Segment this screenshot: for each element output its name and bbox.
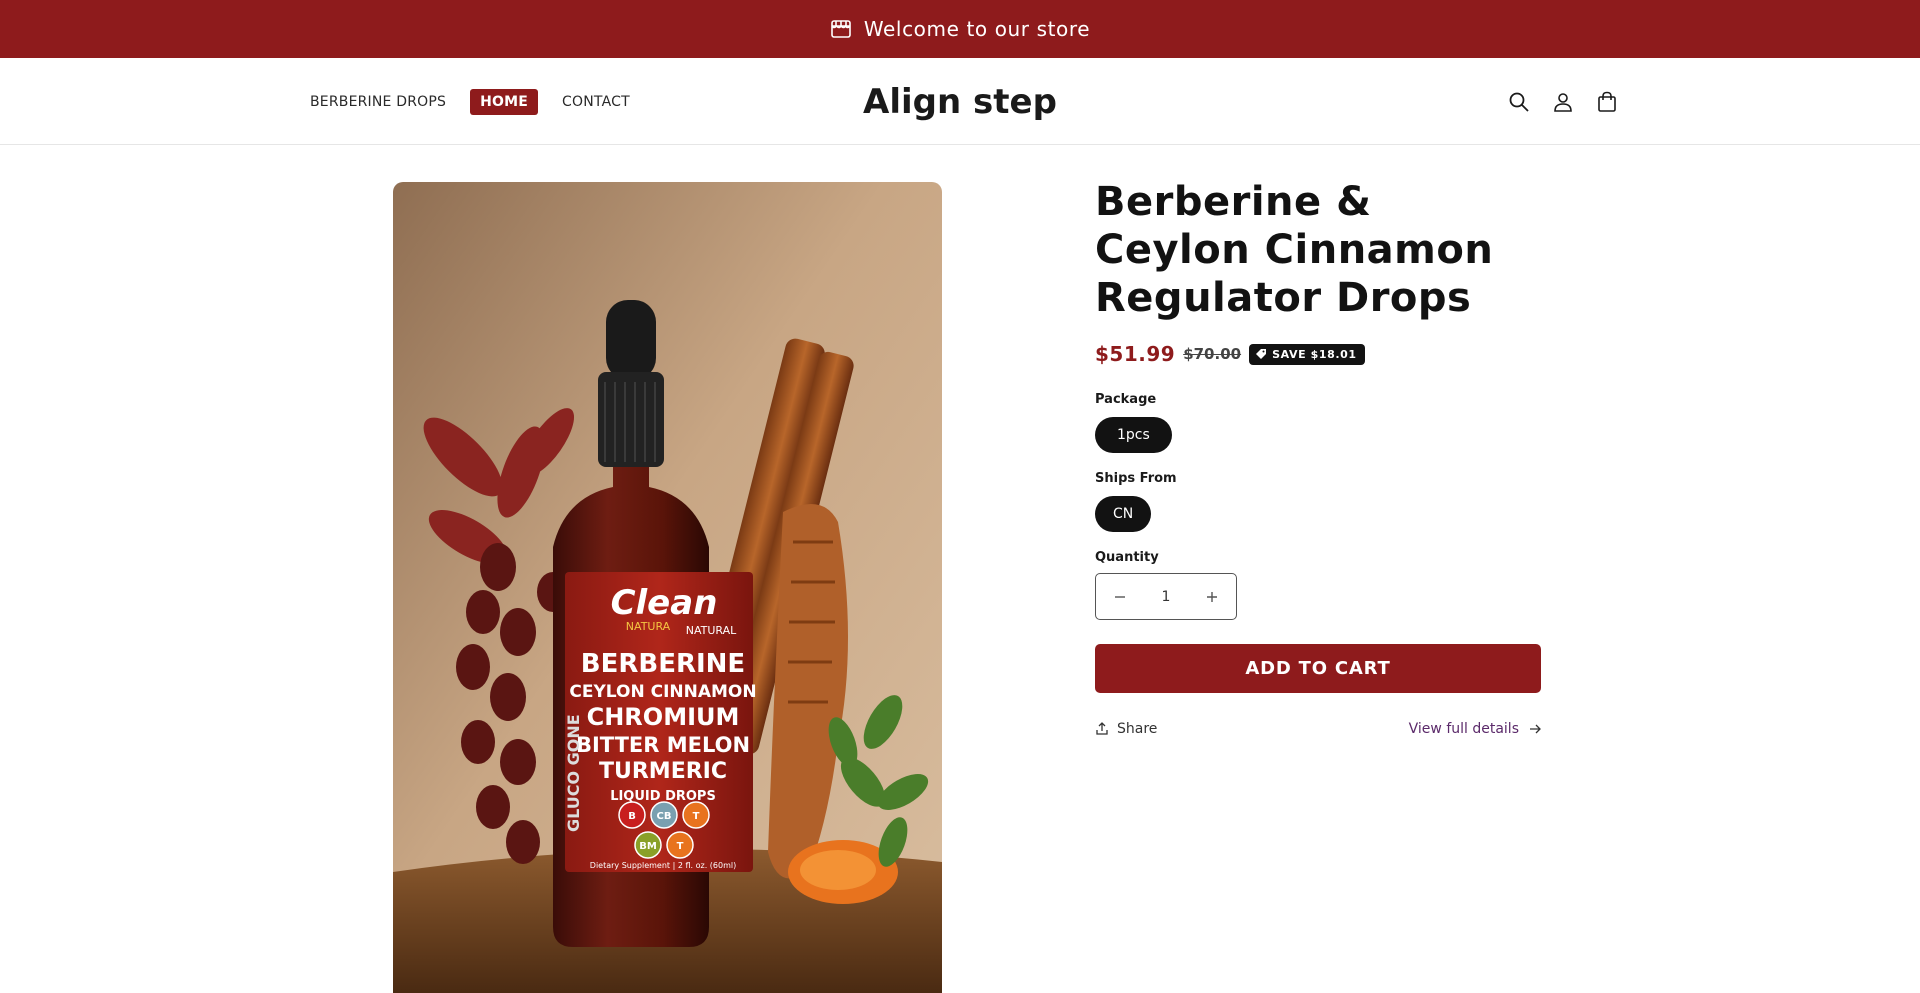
search-icon[interactable]: [1506, 89, 1532, 115]
svg-text:CB: CB: [657, 811, 672, 822]
header-icons: [1506, 58, 1620, 145]
svg-text:CEYLON CINNAMON: CEYLON CINNAMON: [569, 682, 756, 702]
svg-text:Clean: Clean: [611, 583, 718, 623]
svg-text:GLUCO GONE: GLUCO GONE: [564, 714, 583, 832]
svg-text:Dietary Supplement | 2 fl. oz.: Dietary Supplement | 2 fl. oz. (60ml): [590, 861, 736, 870]
announcement-text: Welcome to our store: [863, 17, 1091, 41]
view-full-details-label: View full details: [1408, 721, 1519, 737]
svg-text:NATURA: NATURA: [626, 620, 671, 633]
svg-text:BITTER MELON: BITTER MELON: [576, 733, 750, 757]
main-nav: BERBERINE DROPS HOME CONTACT: [310, 58, 630, 145]
store-icon: [830, 18, 852, 40]
package-option: Package 1pcs: [1095, 392, 1541, 453]
save-badge: SAVE $18.01: [1249, 343, 1365, 365]
product-info: Berberine & Ceylon Cinnamon Regulator Dr…: [1095, 178, 1541, 737]
product-title: Berberine & Ceylon Cinnamon Regulator Dr…: [1095, 179, 1494, 321]
add-to-cart-button[interactable]: ADD TO CART: [1095, 644, 1541, 693]
svg-text:BM: BM: [639, 841, 657, 852]
price-row: $51.99 $70.00 SAVE $18.01: [1095, 342, 1541, 366]
sale-price: $51.99: [1095, 342, 1176, 366]
svg-text:CHROMIUM: CHROMIUM: [587, 703, 740, 731]
package-label: Package: [1095, 392, 1157, 407]
ships-from-option: Ships From CN: [1095, 471, 1541, 532]
svg-text:T: T: [677, 841, 684, 852]
logo-wrapper: Align step: [0, 58, 1920, 145]
nav-link-berberine-drops[interactable]: BERBERINE DROPS: [310, 94, 446, 110]
package-pill-1pcs[interactable]: 1pcs: [1095, 417, 1172, 453]
nav-link-contact[interactable]: CONTACT: [562, 94, 630, 110]
tag-icon: [1256, 349, 1267, 359]
product-links: Share View full details: [1095, 721, 1541, 737]
quantity-label: Quantity: [1095, 550, 1159, 565]
view-full-details-link[interactable]: View full details: [1409, 721, 1541, 737]
product-image[interactable]: Clean NATURA NATURAL BERBERINE CEYLON CI…: [393, 182, 942, 993]
arrow-right-icon: [1530, 724, 1541, 734]
plus-icon[interactable]: [1200, 585, 1224, 609]
save-badge-text: SAVE $18.01: [1272, 347, 1357, 361]
nav-link-home[interactable]: HOME: [470, 88, 539, 115]
ships-from-pill-cn[interactable]: CN: [1095, 496, 1152, 532]
add-to-cart-label: ADD TO CART: [1245, 658, 1391, 679]
minus-icon[interactable]: [1108, 585, 1132, 609]
share-icon: [1096, 722, 1108, 735]
store-logo[interactable]: Align step: [863, 82, 1057, 122]
share-button[interactable]: Share: [1095, 721, 1157, 737]
site-header: BERBERINE DROPS HOME CONTACT Align step: [0, 58, 1920, 145]
svg-text:TURMERIC: TURMERIC: [599, 759, 727, 784]
announcement-bar: Welcome to our store: [0, 0, 1920, 58]
share-label: Share: [1117, 721, 1158, 737]
quantity-stepper: 1: [1095, 573, 1237, 620]
compare-price: $70.00: [1183, 345, 1242, 363]
quantity-input[interactable]: 1: [1162, 589, 1171, 605]
svg-text:B: B: [628, 811, 636, 822]
quantity-option: Quantity 1: [1095, 550, 1541, 620]
svg-text:NATURAL: NATURAL: [686, 624, 737, 637]
cart-icon[interactable]: [1594, 89, 1620, 115]
account-icon[interactable]: [1550, 89, 1576, 115]
ships-from-label: Ships From: [1095, 471, 1177, 486]
svg-text:BERBERINE: BERBERINE: [581, 649, 745, 679]
svg-text:T: T: [693, 811, 700, 822]
